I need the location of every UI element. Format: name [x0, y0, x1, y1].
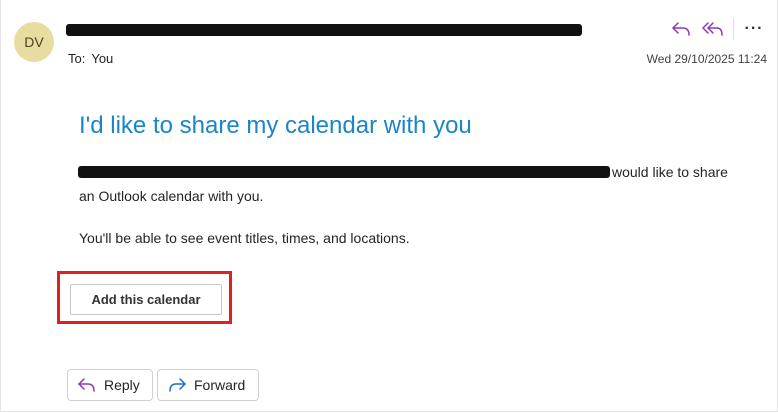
reply-label: Reply: [104, 377, 140, 393]
redacted-sender: [66, 24, 582, 36]
more-options-icon: ···: [744, 20, 764, 37]
more-options-button[interactable]: ···: [738, 16, 770, 42]
recipient-line: To: You: [68, 51, 113, 66]
forward-button[interactable]: Forward: [157, 369, 259, 401]
message-actions: ···: [665, 16, 770, 42]
forward-icon: [169, 378, 186, 392]
to-label: To:: [68, 51, 86, 66]
add-calendar-button[interactable]: Add this calendar: [70, 284, 222, 315]
sender-avatar[interactable]: DV: [14, 22, 54, 62]
reply-all-action-button[interactable]: [697, 16, 729, 42]
forward-label: Forward: [194, 377, 246, 393]
reply-icon: [672, 22, 690, 36]
message-timestamp: Wed 29/10/2025 11:24: [646, 52, 767, 66]
reply-all-icon: [702, 22, 723, 36]
reply-action-button[interactable]: [665, 16, 697, 42]
permissions-text: You'll be able to see event titles, time…: [79, 230, 410, 246]
invitation-heading: I'd like to share my calendar with you: [79, 112, 472, 139]
share-text-suffix: would like to share: [612, 164, 728, 180]
redacted-sharer-name: [78, 166, 610, 178]
reply-button[interactable]: Reply: [67, 369, 153, 401]
reply-icon: [78, 378, 95, 392]
avatar-initials: DV: [24, 34, 44, 50]
share-text-continuation: an Outlook calendar with you.: [79, 188, 264, 204]
recipient-name[interactable]: You: [91, 51, 113, 66]
toolbar-divider: [733, 18, 734, 40]
